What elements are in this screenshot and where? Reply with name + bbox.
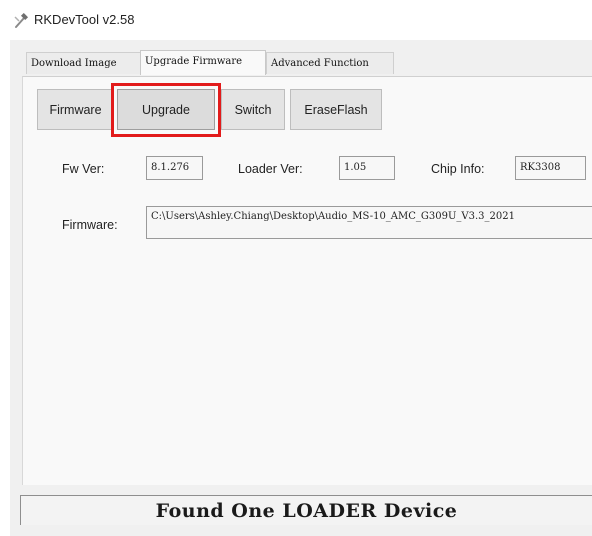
tab-download-image[interactable]: Download Image bbox=[26, 52, 142, 74]
firmware-path-label: Firmware: bbox=[62, 218, 118, 232]
upgrade-button-label: Upgrade bbox=[142, 103, 190, 117]
chip-info-field: RK3308 bbox=[515, 156, 586, 180]
status-bar: Found One LOADER Device bbox=[20, 495, 592, 525]
loader-ver-field: 1.05 bbox=[339, 156, 395, 180]
chip-info-label: Chip Info: bbox=[431, 162, 485, 176]
hammer-icon bbox=[13, 12, 29, 29]
tab-advanced-function[interactable]: Advanced Function bbox=[266, 52, 394, 74]
firmware-button[interactable]: Firmware bbox=[37, 89, 114, 130]
tab-label: Advanced Function bbox=[271, 58, 369, 69]
window-title: RKDevTool v2.58 bbox=[34, 12, 135, 27]
switch-button-label: Switch bbox=[234, 103, 272, 117]
upgrade-firmware-panel bbox=[22, 76, 592, 485]
firmware-button-label: Firmware bbox=[49, 103, 102, 117]
tab-label: Download Image bbox=[31, 58, 117, 69]
eraseflash-button-label: EraseFlash bbox=[304, 103, 368, 117]
title-bar: RKDevTool v2.58 bbox=[0, 0, 592, 40]
firmware-path-field[interactable]: C:\Users\Ashley.Chiang\Desktop\Audio_MS-… bbox=[146, 206, 592, 239]
tab-label: Upgrade Firmware bbox=[145, 56, 243, 67]
fw-ver-label: Fw Ver: bbox=[62, 162, 105, 176]
upgrade-button[interactable]: Upgrade bbox=[117, 89, 215, 130]
fw-ver-field: 8.1.276 bbox=[146, 156, 203, 180]
loader-ver-label: Loader Ver: bbox=[238, 162, 303, 176]
bottom-edge bbox=[10, 525, 592, 536]
switch-button[interactable]: Switch bbox=[221, 89, 285, 130]
tab-upgrade-firmware[interactable]: Upgrade Firmware bbox=[140, 50, 266, 75]
eraseflash-button[interactable]: EraseFlash bbox=[290, 89, 382, 130]
